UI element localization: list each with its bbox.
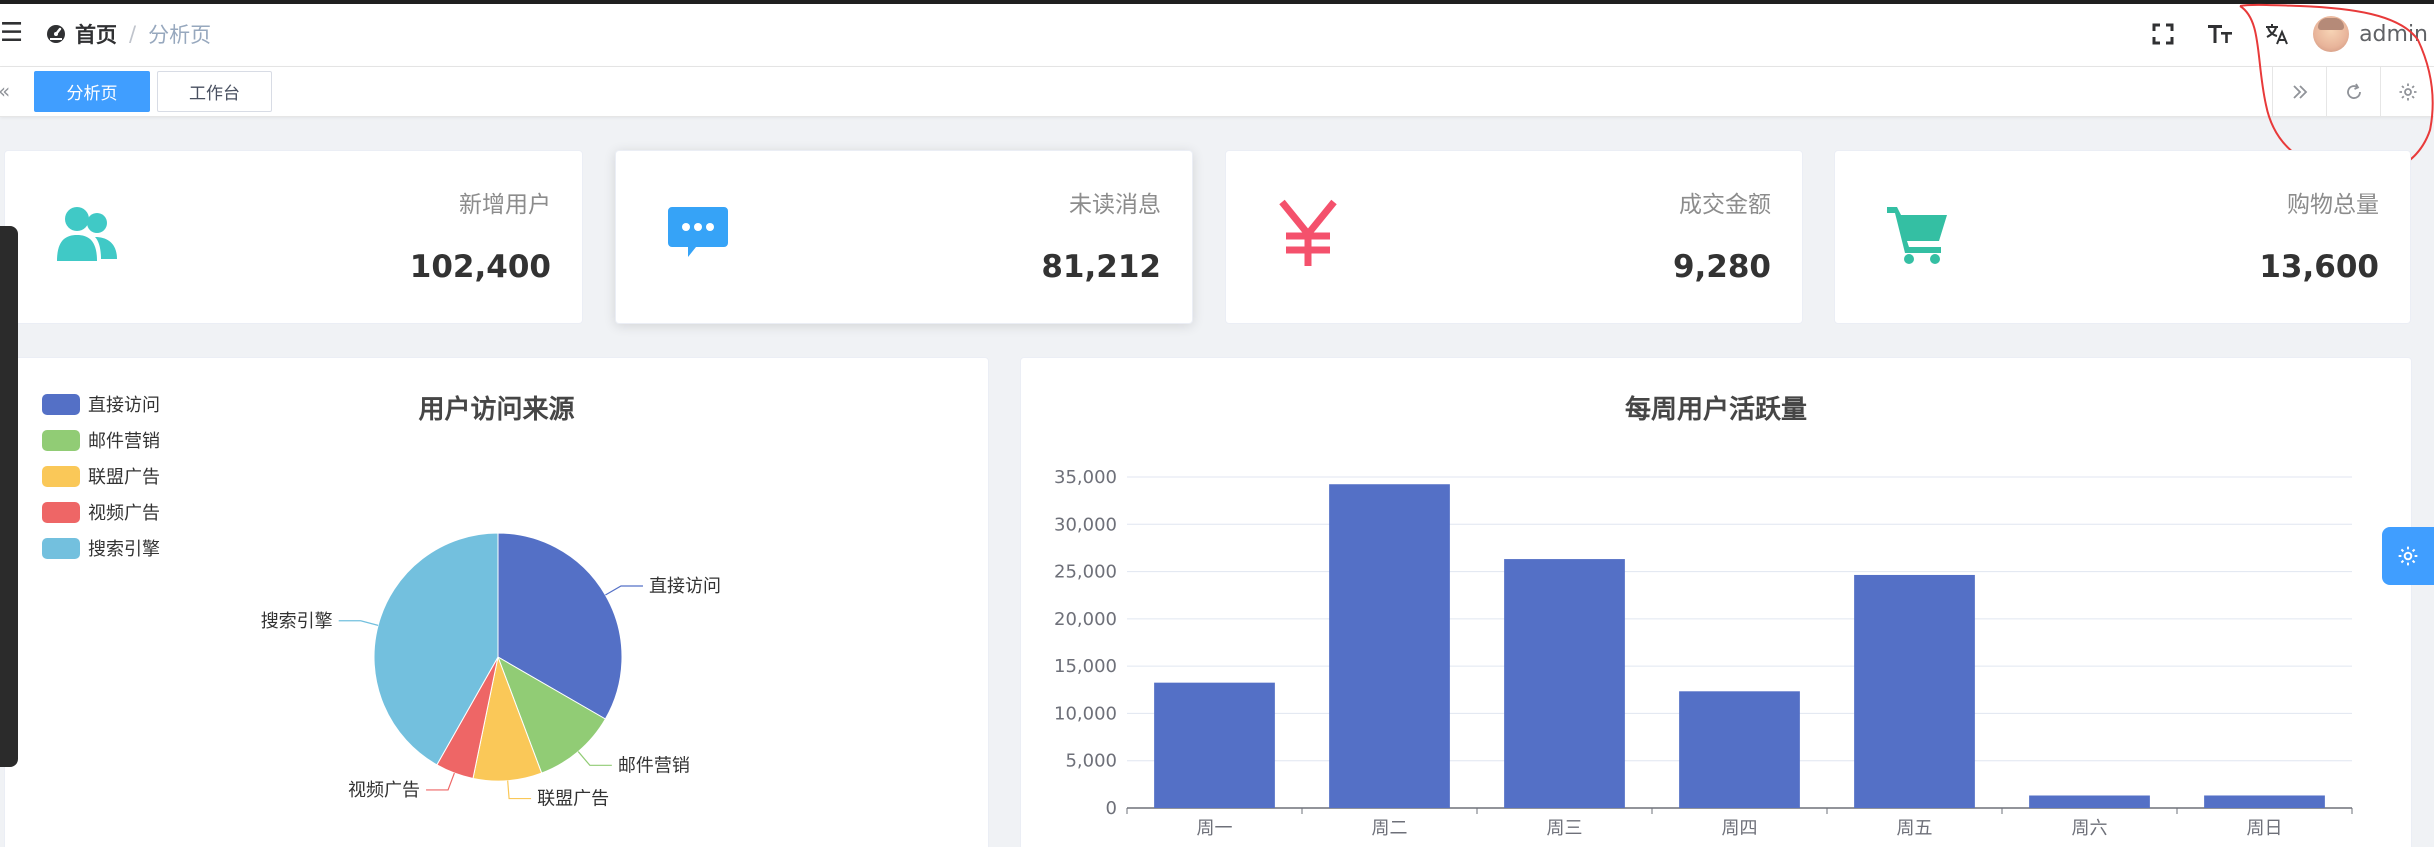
avatar[interactable] xyxy=(2313,16,2350,52)
stat-card-shopping-total[interactable]: 购物总量 13,600 xyxy=(1834,150,2411,324)
bar-chart: 0 5,000 10,000 15,000 20,000 25,000 30,000 35,0… xyxy=(1054,467,2353,839)
bar[interactable] xyxy=(1504,559,1625,808)
y-tick-label: 25,000 xyxy=(1054,562,1117,583)
username: admin xyxy=(2359,21,2428,47)
pie-slice-label: 联盟广告 xyxy=(537,789,609,810)
x-tick-label: 周四 xyxy=(1722,818,1758,839)
tab-label: 工作台 xyxy=(189,84,240,104)
yen-icon xyxy=(1274,199,1342,267)
tags-tools xyxy=(2272,67,2434,117)
refresh-icon[interactable] xyxy=(2326,67,2380,117)
pie-label-line xyxy=(507,780,532,800)
pie-slice-label: 视频广告 xyxy=(348,780,420,801)
stat-card-unread-messages[interactable]: 未读消息 81,212 xyxy=(615,150,1193,324)
y-tick-label: 0 xyxy=(1106,798,1117,819)
user-menu[interactable]: admin xyxy=(2305,16,2434,52)
stat-label: 购物总量 xyxy=(2287,192,2379,218)
fullscreen-icon[interactable] xyxy=(2134,12,2191,56)
x-tick-label: 周一 xyxy=(1197,818,1233,839)
x-tick-label: 周六 xyxy=(2072,818,2108,839)
breadcrumb-current: 分析页 xyxy=(148,23,212,47)
cart-icon xyxy=(1883,199,1951,267)
pie-slice-label: 邮件营销 xyxy=(618,755,690,776)
bar[interactable] xyxy=(2029,795,2150,808)
translate-icon[interactable] xyxy=(2248,12,2305,56)
breadcrumb-separator: / xyxy=(129,22,137,46)
pie-slice-label: 直接访问 xyxy=(649,576,721,597)
stat-label: 成交金额 xyxy=(1679,192,1771,218)
tab-analysis[interactable]: 分析页 xyxy=(34,71,150,112)
settings-float-button[interactable] xyxy=(2382,527,2434,585)
breadcrumb-home[interactable]: 首页 xyxy=(46,19,117,49)
double-chevron-left-icon[interactable]: « xyxy=(0,79,20,105)
stat-label: 新增用户 xyxy=(459,192,551,218)
font-size-icon[interactable] xyxy=(2191,12,2248,56)
pie-label-line xyxy=(338,620,379,626)
x-tick-label: 周三 xyxy=(1547,818,1583,839)
stat-value: 81,212 xyxy=(1041,249,1161,285)
pie-label-line xyxy=(605,585,643,596)
y-tick-label: 30,000 xyxy=(1054,514,1117,535)
double-chevron-right-icon[interactable] xyxy=(2272,67,2326,117)
stat-value: 9,280 xyxy=(1672,249,1771,285)
dashboard-icon xyxy=(47,25,65,43)
hamburger-icon[interactable]: ☰ xyxy=(0,18,23,48)
bar[interactable] xyxy=(1854,574,1975,808)
x-tick-label: 周日 xyxy=(2247,818,2283,839)
pie-label-line xyxy=(426,772,455,791)
tab-workbench[interactable]: 工作台 xyxy=(157,71,272,112)
breadcrumb: 首页 / 分析页 xyxy=(46,18,211,50)
users-icon xyxy=(53,199,121,267)
y-tick-label: 15,000 xyxy=(1054,656,1117,677)
y-tick-label: 20,000 xyxy=(1054,609,1117,630)
bar[interactable] xyxy=(1679,691,1800,808)
tab-label: 分析页 xyxy=(66,84,118,104)
y-tick-label: 35,000 xyxy=(1054,467,1117,488)
side-panel-handle[interactable] xyxy=(0,226,18,767)
stat-card-new-users[interactable]: 新增用户 102,400 xyxy=(4,150,583,324)
gear-icon xyxy=(2398,546,2418,566)
stat-value: 102,400 xyxy=(409,249,551,285)
navbar-right: admin xyxy=(2134,12,2434,56)
bar[interactable] xyxy=(2204,795,2325,808)
bar[interactable] xyxy=(1154,682,1275,808)
message-icon xyxy=(664,199,732,267)
breadcrumb-home-label: 首页 xyxy=(75,23,117,47)
stat-value: 13,600 xyxy=(2259,249,2379,285)
tags-view: « 分析页 工作台 xyxy=(0,67,2434,117)
bar[interactable] xyxy=(1329,484,1450,808)
x-tick-label: 周二 xyxy=(1372,818,1408,839)
y-tick-label: 10,000 xyxy=(1054,703,1117,724)
stat-card-transaction-amount[interactable]: 成交金额 9,280 xyxy=(1225,150,1803,324)
navbar: ☰ 首页 / 分析页 admin xyxy=(0,4,2434,67)
x-tick-label: 周五 xyxy=(1897,818,1933,839)
pie-label-line xyxy=(577,751,612,766)
stat-label: 未读消息 xyxy=(1069,192,1161,218)
y-tick-label: 5,000 xyxy=(1065,751,1117,772)
pie-slice-label: 搜索引擎 xyxy=(261,611,333,632)
gear-icon[interactable] xyxy=(2380,67,2434,117)
pie-chart: 直接访问邮件营销联盟广告 视频广告 搜索引擎 xyxy=(261,532,721,810)
